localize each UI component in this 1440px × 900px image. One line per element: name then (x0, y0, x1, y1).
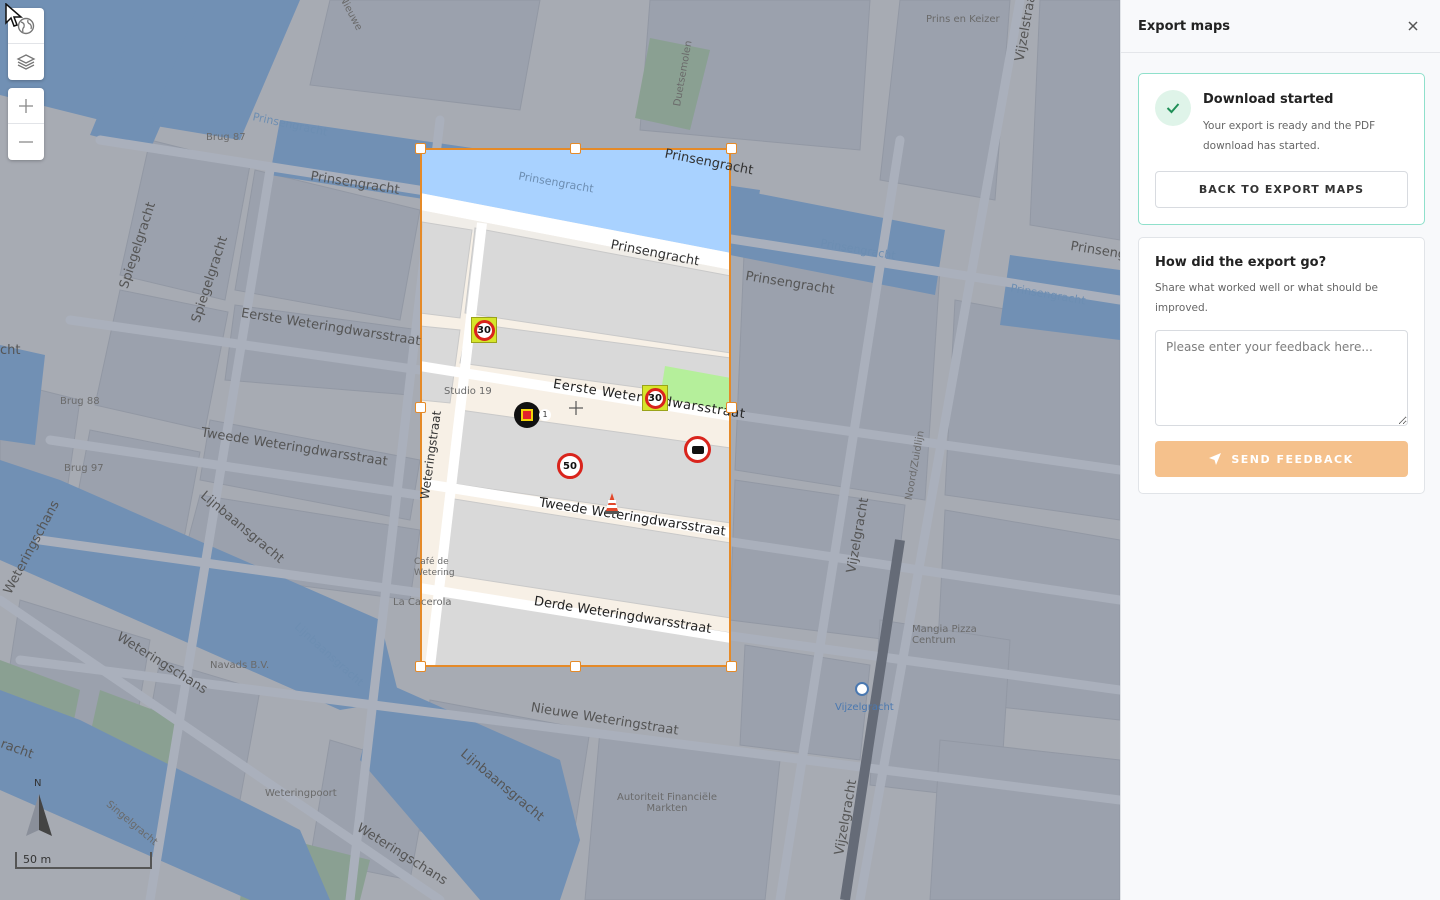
frame-label-studio19: Studio 19 (444, 386, 492, 397)
poi-cluster-marker[interactable] (514, 402, 540, 428)
compass-north-label: N (34, 778, 42, 789)
truck-icon (691, 445, 704, 454)
minus-icon (19, 141, 33, 143)
label-navads: Navads B.V. (210, 660, 270, 671)
feedback-title: How did the export go? (1155, 255, 1327, 270)
frame-label-cacerola: La Cacerola (393, 597, 452, 608)
export-panel: Export maps Download started Your export… (1120, 0, 1440, 900)
success-title: Download started (1203, 92, 1334, 107)
resize-handle-n[interactable] (570, 143, 581, 154)
feedback-card: How did the export go? Share what worked… (1138, 237, 1425, 494)
close-icon (1408, 21, 1418, 31)
speed-sign-30-marker[interactable]: 30 (471, 317, 497, 343)
label-brug-88: Brug 88 (60, 396, 100, 407)
speed-limit-icon: 30 (473, 319, 495, 341)
send-feedback-button[interactable]: SEND FEEDBACK (1155, 441, 1408, 477)
no-entry-sign-marker[interactable] (684, 436, 711, 463)
zoom-controls (8, 88, 44, 160)
resize-handle-ne[interactable] (726, 143, 737, 154)
center-crosshair-icon (569, 401, 583, 415)
frame-label-cafe: Café de Wetering (414, 557, 455, 578)
close-button[interactable] (1403, 16, 1423, 36)
label-brug-87: Brug 87 (206, 132, 246, 143)
label-cht: cht (0, 343, 21, 358)
layers-button[interactable] (8, 44, 44, 80)
success-badge (1155, 90, 1191, 126)
feedback-input[interactable] (1155, 330, 1408, 426)
resize-handle-e[interactable] (726, 402, 737, 413)
success-description: Your export is ready and the PDF downloa… (1203, 120, 1376, 152)
label-afm: Autoriteit Financiële Markten (616, 792, 718, 814)
map-canvas[interactable]: Prinsengracht Prinsengracht Prinsengrach… (0, 0, 1120, 900)
label-vijzelgracht-station: Vijzelgracht (835, 702, 894, 713)
plus-icon (19, 98, 33, 113)
label-mangia: Mangia Pizza Centrum (912, 624, 977, 646)
back-to-export-maps-button[interactable]: BACK TO EXPORT MAPS (1155, 171, 1408, 208)
zoom-in-button[interactable] (8, 88, 44, 124)
panel-header: Export maps (1121, 0, 1440, 53)
resize-handle-nw[interactable] (415, 143, 426, 154)
label-brug-97: Brug 97 (64, 463, 104, 474)
scale-label: 50 m (23, 853, 52, 866)
resize-handle-w[interactable] (415, 402, 426, 413)
speed-sign-30-marker-2[interactable]: 30 (642, 385, 668, 411)
download-success-card: Download started Your export is ready an… (1138, 73, 1425, 225)
zoom-out-button[interactable] (8, 124, 44, 160)
resize-handle-sw[interactable] (415, 661, 426, 672)
layers-icon (16, 54, 36, 70)
resize-handle-se[interactable] (726, 661, 737, 672)
send-feedback-label: SEND FEEDBACK (1231, 452, 1354, 466)
check-icon (1166, 103, 1180, 114)
warning-sign-icon (521, 409, 533, 421)
metro-station-icon[interactable] (855, 682, 869, 696)
poi-cluster-count: 1 (539, 409, 551, 421)
mouse-cursor-icon (5, 3, 24, 27)
label-prins-en-keizer: Prins en Keizer (926, 14, 1000, 25)
speed-sign-50-marker[interactable]: 50 (557, 453, 583, 479)
compass-icon[interactable] (24, 792, 54, 838)
send-icon (1209, 453, 1222, 465)
resize-handle-s[interactable] (570, 661, 581, 672)
traffic-cone-icon[interactable] (604, 492, 620, 514)
feedback-description: Share what worked well or what should be… (1155, 282, 1378, 314)
speed-limit-icon: 30 (644, 387, 666, 409)
scale-bar: 50 m (15, 852, 152, 869)
label-weteringpoort: Weteringpoort (265, 788, 337, 799)
panel-title: Export maps (1138, 18, 1231, 34)
